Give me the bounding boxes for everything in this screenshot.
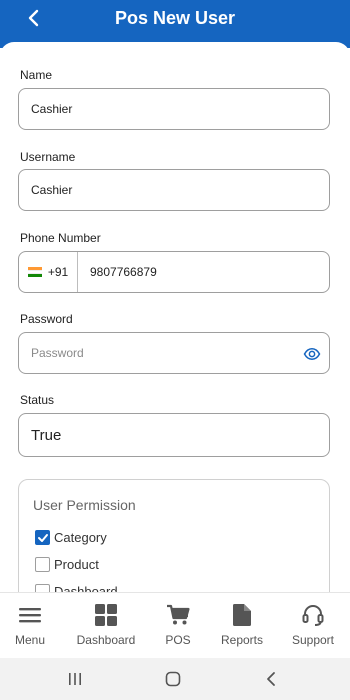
permission-product[interactable]: Product — [35, 557, 99, 572]
permission-title: User Permission — [33, 497, 136, 513]
document-icon — [230, 603, 254, 627]
form-card: Name Cashier Username Cashier Phone Numb… — [0, 42, 350, 598]
recent-apps-icon[interactable] — [65, 669, 85, 689]
system-navigation-bar — [0, 658, 350, 700]
system-back-icon[interactable] — [261, 669, 281, 689]
password-placeholder: Password — [31, 346, 84, 360]
headset-icon — [301, 603, 325, 627]
permission-label: Category — [54, 530, 107, 545]
nav-label: POS — [165, 633, 191, 647]
password-label: Password — [20, 312, 73, 326]
user-permission-panel: User Permission Category Product Dashboa… — [18, 479, 330, 598]
nav-label: Reports — [220, 633, 264, 647]
bottom-navigation: Menu Dashboard POS Reports Support — [0, 592, 350, 658]
page-title: Pos New User — [114, 8, 236, 28]
phone-value: 9807766879 — [90, 265, 157, 279]
checkbox-icon[interactable] — [35, 557, 50, 572]
name-value: Cashier — [31, 102, 73, 116]
status-label: Status — [20, 393, 55, 407]
name-field[interactable]: Cashier — [18, 88, 330, 130]
menu-icon — [18, 603, 42, 627]
checkbox-checked-icon[interactable] — [35, 530, 50, 545]
nav-label: Menu — [14, 633, 46, 647]
nav-dashboard[interactable]: Dashboard — [76, 603, 136, 647]
india-flag-icon — [27, 267, 42, 278]
username-value: Cashier — [31, 183, 73, 197]
eye-icon[interactable] — [303, 345, 321, 363]
status-value: True — [31, 426, 62, 444]
name-label: Name — [20, 68, 53, 82]
country-code: +91 — [47, 265, 69, 279]
permission-category[interactable]: Category — [35, 530, 107, 545]
status-dropdown[interactable]: True — [18, 413, 330, 457]
nav-reports[interactable]: Reports — [218, 603, 266, 647]
dashboard-icon — [94, 603, 118, 627]
nav-menu[interactable]: Menu — [10, 603, 50, 647]
nav-label: Dashboard — [76, 633, 136, 647]
username-field[interactable]: Cashier — [18, 169, 330, 211]
username-label: Username — [20, 150, 76, 164]
country-code-selector[interactable]: +91 — [19, 252, 78, 292]
nav-pos[interactable]: POS — [160, 603, 196, 647]
cart-icon — [166, 603, 190, 627]
permission-label: Product — [54, 557, 99, 572]
phone-label: Phone Number — [20, 231, 101, 245]
phone-field[interactable]: +91 9807766879 — [18, 251, 330, 293]
app-header: Pos New User — [0, 0, 350, 48]
nav-support[interactable]: Support — [290, 603, 336, 647]
password-field[interactable]: Password — [18, 332, 330, 374]
home-icon[interactable] — [163, 669, 183, 689]
nav-label: Support — [291, 633, 335, 647]
